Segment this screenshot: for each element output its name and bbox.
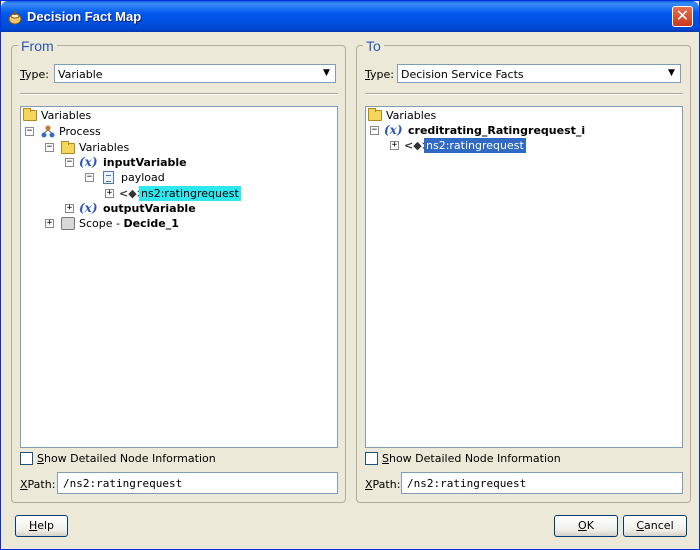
expand-icon[interactable]: + [105,189,114,198]
to-tree[interactable]: Variables − (x) creditrating_Ratingreque… [365,106,683,448]
collapse-icon[interactable]: − [45,143,54,152]
to-show-detailed-label: Show Detailed Node Information [382,452,561,465]
variable-icon: (x) [79,155,98,169]
to-show-detailed-checkbox[interactable] [365,452,378,465]
tree-label-selected: ns2:ratingrequest [424,138,526,153]
from-xpath-value: /ns2:ratingrequest [63,477,183,490]
tree-label: Variables [386,109,437,122]
from-panel: From Type: Variable ▼ Variables − Proces… [11,38,346,503]
from-xpath-field[interactable]: /ns2:ratingrequest [57,472,338,494]
chevron-down-icon: ▼ [668,68,675,78]
decision-fact-map-dialog: Decision Fact Map ✕ From Type: Variable … [0,0,700,550]
tree-label: Variables [79,141,130,154]
to-type-value: Decision Service Facts [401,68,524,81]
from-panel-title: From [18,38,57,54]
tree-label: creditrating_Ratingrequest_i [408,124,586,137]
from-tree[interactable]: Variables − Process − Variables − (x) in… [20,106,338,448]
ok-button[interactable]: OK [554,515,618,537]
expand-icon[interactable]: + [65,204,74,213]
to-type-label: Type: [365,68,394,81]
scope-name: Decide_1 [123,217,179,230]
tree-label: inputVariable [103,156,187,169]
folder-icon [61,141,75,154]
from-type-dropdown[interactable]: Variable ▼ [54,64,336,83]
tree-label: Variables [41,109,92,122]
collapse-icon[interactable]: − [25,127,34,136]
to-xpath-label: XPath: [365,478,401,491]
chevron-down-icon: ▼ [323,68,330,78]
collapse-icon[interactable]: − [370,126,379,135]
from-xpath-label: XPath: [20,478,56,491]
folder-icon [368,108,382,121]
title-bar[interactable]: Decision Fact Map ✕ [1,1,699,32]
collapse-icon[interactable]: − [85,173,94,182]
app-icon [8,11,22,25]
folder-icon [23,108,37,121]
message-part-icon [103,171,114,184]
to-xpath-value: /ns2:ratingrequest [407,477,527,490]
window-title: Decision Fact Map [27,9,142,24]
expand-icon[interactable]: + [45,219,54,228]
tree-label: payload [121,171,165,184]
scope-icon [61,217,75,230]
from-type-value: Variable [58,68,103,81]
close-icon: ✕ [675,6,690,25]
expand-icon[interactable]: + [390,141,399,150]
tree-label-selected: ns2:ratingrequest [139,186,241,201]
close-button[interactable]: ✕ [672,6,693,27]
to-type-dropdown[interactable]: Decision Service Facts ▼ [397,64,681,83]
tree-label: Process [59,125,101,138]
to-divider [365,93,683,95]
variable-icon: (x) [79,201,98,215]
from-show-detailed-checkbox[interactable] [20,452,33,465]
to-xpath-field[interactable]: /ns2:ratingrequest [401,472,683,494]
variable-icon: (x) [384,123,403,137]
to-panel-title: To [363,38,384,54]
process-icon [41,125,55,138]
from-type-label: Type: [20,68,49,81]
collapse-icon[interactable]: − [65,158,74,167]
from-show-detailed-label: Show Detailed Node Information [37,452,216,465]
to-panel: To Type: Decision Service Facts ▼ Variab… [356,38,691,503]
from-divider [20,93,338,95]
help-button[interactable]: Help [15,515,68,537]
tree-label: outputVariable [103,202,196,215]
cancel-button[interactable]: Cancel [623,515,687,537]
tree-label: Scope - [79,217,124,230]
